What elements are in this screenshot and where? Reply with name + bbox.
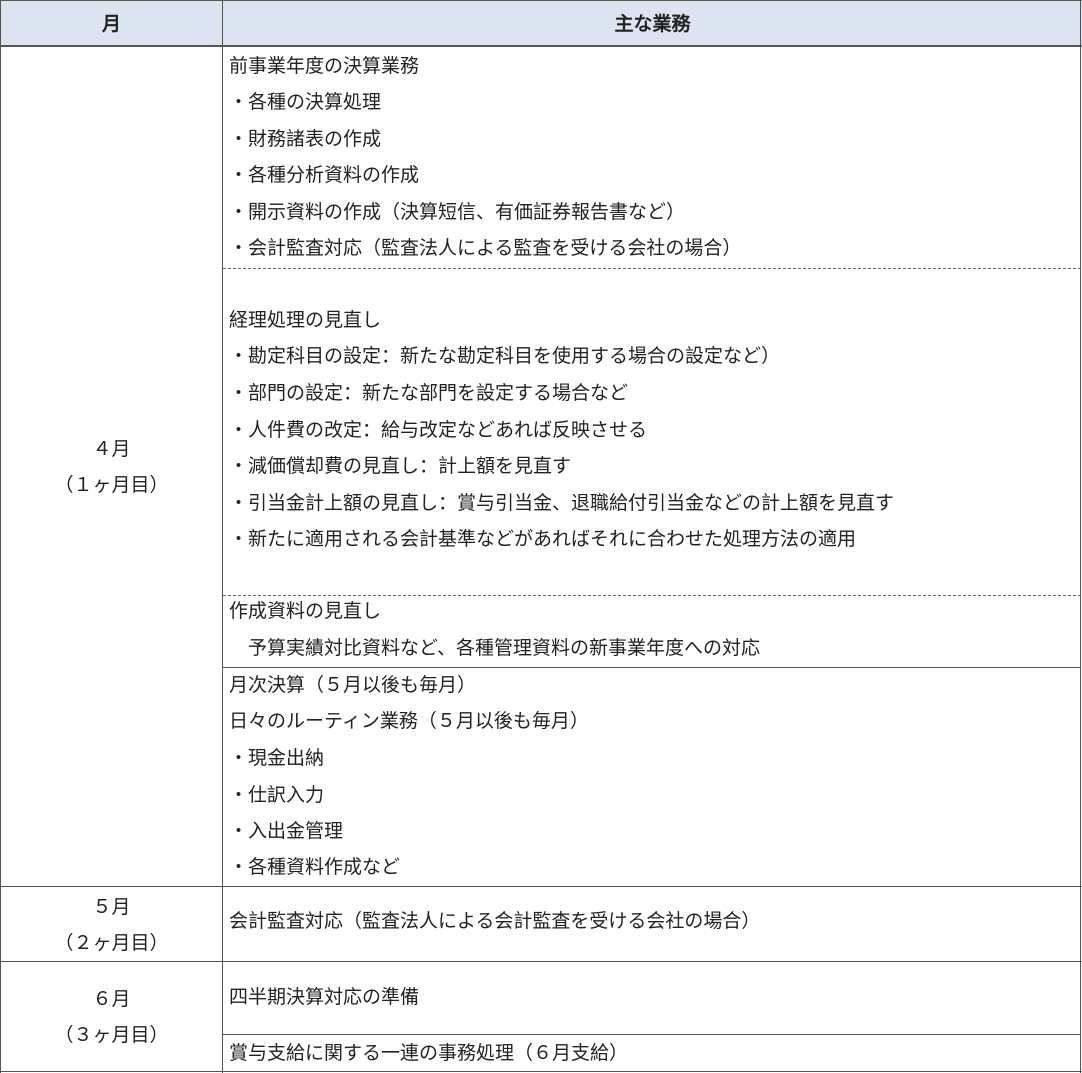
row-divider — [0, 961, 1082, 962]
header-divider — [0, 46, 1082, 47]
task-line: ・開示資料の作成（決算短信、有価証券報告書など） — [229, 201, 686, 223]
task-line: ・各種資料作成など — [229, 856, 401, 878]
task-line: ・部門の設定：新たな部門を設定する場合など — [229, 382, 629, 404]
block-divider-dashed — [223, 268, 1081, 269]
row-divider — [0, 886, 1082, 887]
month-cell-april: ４月 （１ヶ月目） — [0, 46, 223, 887]
month-sublabel: （３ヶ月目） — [54, 1024, 169, 1046]
task-line: ・引当金計上額の見直し：賞与引当金、退職給付引当金などの計上額を見直す — [229, 492, 895, 514]
block-divider — [223, 1034, 1081, 1035]
task-line: ・会計監査対応（監査法人による監査を受ける会社の場合） — [229, 237, 742, 259]
month-cell-may: ５月 （２ヶ月目） — [0, 887, 223, 962]
tasks-column: 前事業年度の決算業務 ・各種の決算処理 ・財務諸表の作成 ・各種分析資料の作成 … — [223, 0, 1082, 1073]
month-sublabel: （１ヶ月目） — [54, 473, 169, 496]
month-label: ５月 — [92, 895, 131, 918]
task-line: 作成資料の見直し — [229, 600, 382, 622]
task-line: ・仕訳入力 — [229, 784, 325, 806]
task-line: ・新たに適用される会計基準などがあればそれに合わせた処理方法の適用 — [229, 528, 857, 550]
task-line: 賞与支給に関する一連の事務処理（６月支給） — [229, 1042, 629, 1064]
task-line: ・現金出納 — [229, 747, 325, 769]
table-border-right — [1080, 0, 1081, 1073]
task-line: 四半期決算対応の準備 — [229, 986, 420, 1008]
table-border-left — [0, 0, 1, 1073]
table-border-top — [0, 0, 1082, 1]
task-line: ・各種分析資料の作成 — [229, 164, 420, 186]
month-cell-june: ６月 （３ヶ月目） — [0, 962, 223, 1072]
business-schedule-table: 月 主な業務 ４月 （１ヶ月目） ５月 （２ヶ月目） ６月 （３ヶ月目） 前事業… — [0, 0, 1082, 1073]
task-line: 日々のルーティン業務（５月以後も毎月） — [229, 710, 589, 732]
month-label: ６月 — [92, 988, 131, 1010]
block-divider — [223, 667, 1081, 668]
block-divider-dashed — [223, 595, 1081, 596]
task-line: ・減価償却費の見直し：計上額を見直す — [229, 455, 572, 477]
month-sublabel: （２ヶ月目） — [54, 931, 169, 954]
column-divider — [222, 0, 223, 1073]
task-line: 予算実績対比資料など、各種管理資料の新事業年度への対応 — [229, 637, 761, 659]
task-line: 前事業年度の決算業務 — [229, 55, 420, 77]
header-month: 月 — [0, 0, 223, 46]
task-line: 月次決算（５月以後も毎月） — [229, 674, 477, 696]
task-line: 経理処理の見直し — [229, 309, 382, 331]
month-label: ４月 — [92, 437, 131, 460]
task-line: 会計監査対応（監査法人による会計監査を受ける会社の場合） — [229, 910, 761, 932]
task-line: ・勘定科目の設定：新たな勘定科目を使用する場合の設定など） — [229, 345, 781, 367]
table-border-bottom — [0, 1071, 1082, 1072]
task-line: ・財務諸表の作成 — [229, 128, 382, 150]
task-line: ・各種の決算処理 — [229, 91, 382, 113]
task-line: ・入出金管理 — [229, 820, 344, 842]
task-line: ・人件費の改定：給与改定などあれば反映させる — [229, 419, 648, 441]
